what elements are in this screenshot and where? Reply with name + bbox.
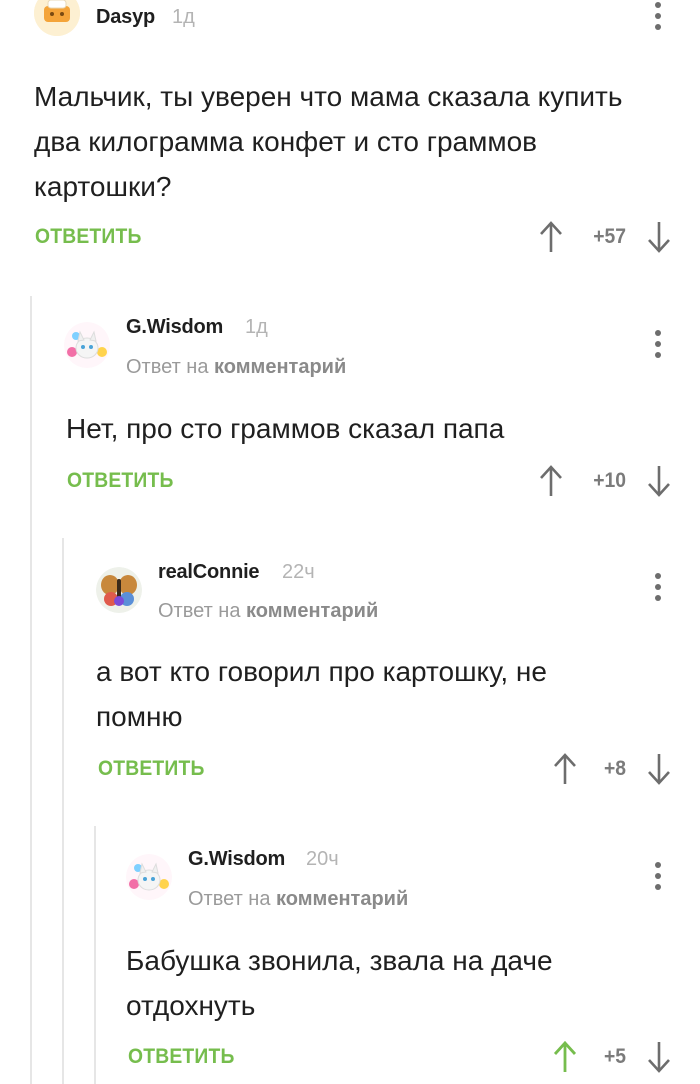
rating: +10 [593,469,626,492]
reply-to-link[interactable]: комментарий [214,356,346,378]
timestamp: 1д [172,6,195,28]
username[interactable]: realConnie [158,561,260,584]
username[interactable]: G.Wisdom [126,316,223,339]
comment: G.Wisdom 1д Ответ на комментарий Нет, пр… [0,300,700,520]
rating: +8 [603,757,626,780]
more-vertical-icon[interactable] [646,571,670,605]
comment-text: Нет, про сто граммов сказал папа [66,413,505,444]
reply-to-label: Ответ на комментарий [188,888,408,911]
more-vertical-icon[interactable] [646,0,670,34]
comment: G.Wisdom 20ч Ответ на комментарий Бабушк… [0,832,700,1084]
username[interactable]: G.Wisdom [188,848,285,871]
arrow-down-icon[interactable] [646,220,672,254]
timestamp: 20ч [306,848,339,870]
comment: realConnie 22ч Ответ на комментарий а во… [0,545,700,805]
comment-text: Бабушка звонила, звала на даче отдохнуть [126,945,553,1021]
comment-text: а вот кто говорил про картошку, не помню [96,656,547,732]
more-vertical-icon[interactable] [646,328,670,362]
rating: +5 [603,1045,626,1068]
comment: Dasyp 1д Мальчик, ты уверен что мама ска… [0,0,700,270]
arrow-up-icon[interactable] [552,1040,578,1074]
comment-text: Мальчик, ты уверен что мама сказала купи… [34,81,623,202]
reply-button[interactable]: ОТВЕТИТЬ [67,469,174,493]
reply-button[interactable]: ОТВЕТИТЬ [98,757,205,781]
arrow-down-icon[interactable] [646,464,672,498]
reply-button[interactable]: ОТВЕТИТЬ [35,225,142,249]
more-vertical-icon[interactable] [646,860,670,894]
arrow-down-icon[interactable] [646,1040,672,1074]
reply-button[interactable]: ОТВЕТИТЬ [128,1045,235,1069]
reply-to-label: Ответ на комментарий [158,600,378,623]
arrow-up-icon[interactable] [538,464,564,498]
reply-to-link[interactable]: комментарий [276,888,408,910]
rating: +57 [593,225,626,248]
avatar[interactable] [34,0,80,36]
timestamp: 22ч [282,561,315,583]
timestamp: 1д [245,316,268,338]
avatar[interactable] [96,567,142,613]
avatar[interactable] [126,854,172,900]
reply-to-prefix: Ответ на [126,356,209,378]
username[interactable]: Dasyp [96,6,155,29]
avatar-kitten-image [64,322,110,368]
reply-to-prefix: Ответ на [158,600,241,622]
avatar-chef-image [34,0,80,36]
arrow-up-icon[interactable] [552,752,578,786]
avatar-butterfly-image [96,567,142,613]
reply-to-link[interactable]: комментарий [246,600,378,622]
arrow-up-icon[interactable] [538,220,564,254]
avatar[interactable] [64,322,110,368]
reply-to-prefix: Ответ на [188,888,271,910]
reply-to-label: Ответ на комментарий [126,356,346,379]
avatar-kitten-image [126,854,172,900]
arrow-down-icon[interactable] [646,752,672,786]
